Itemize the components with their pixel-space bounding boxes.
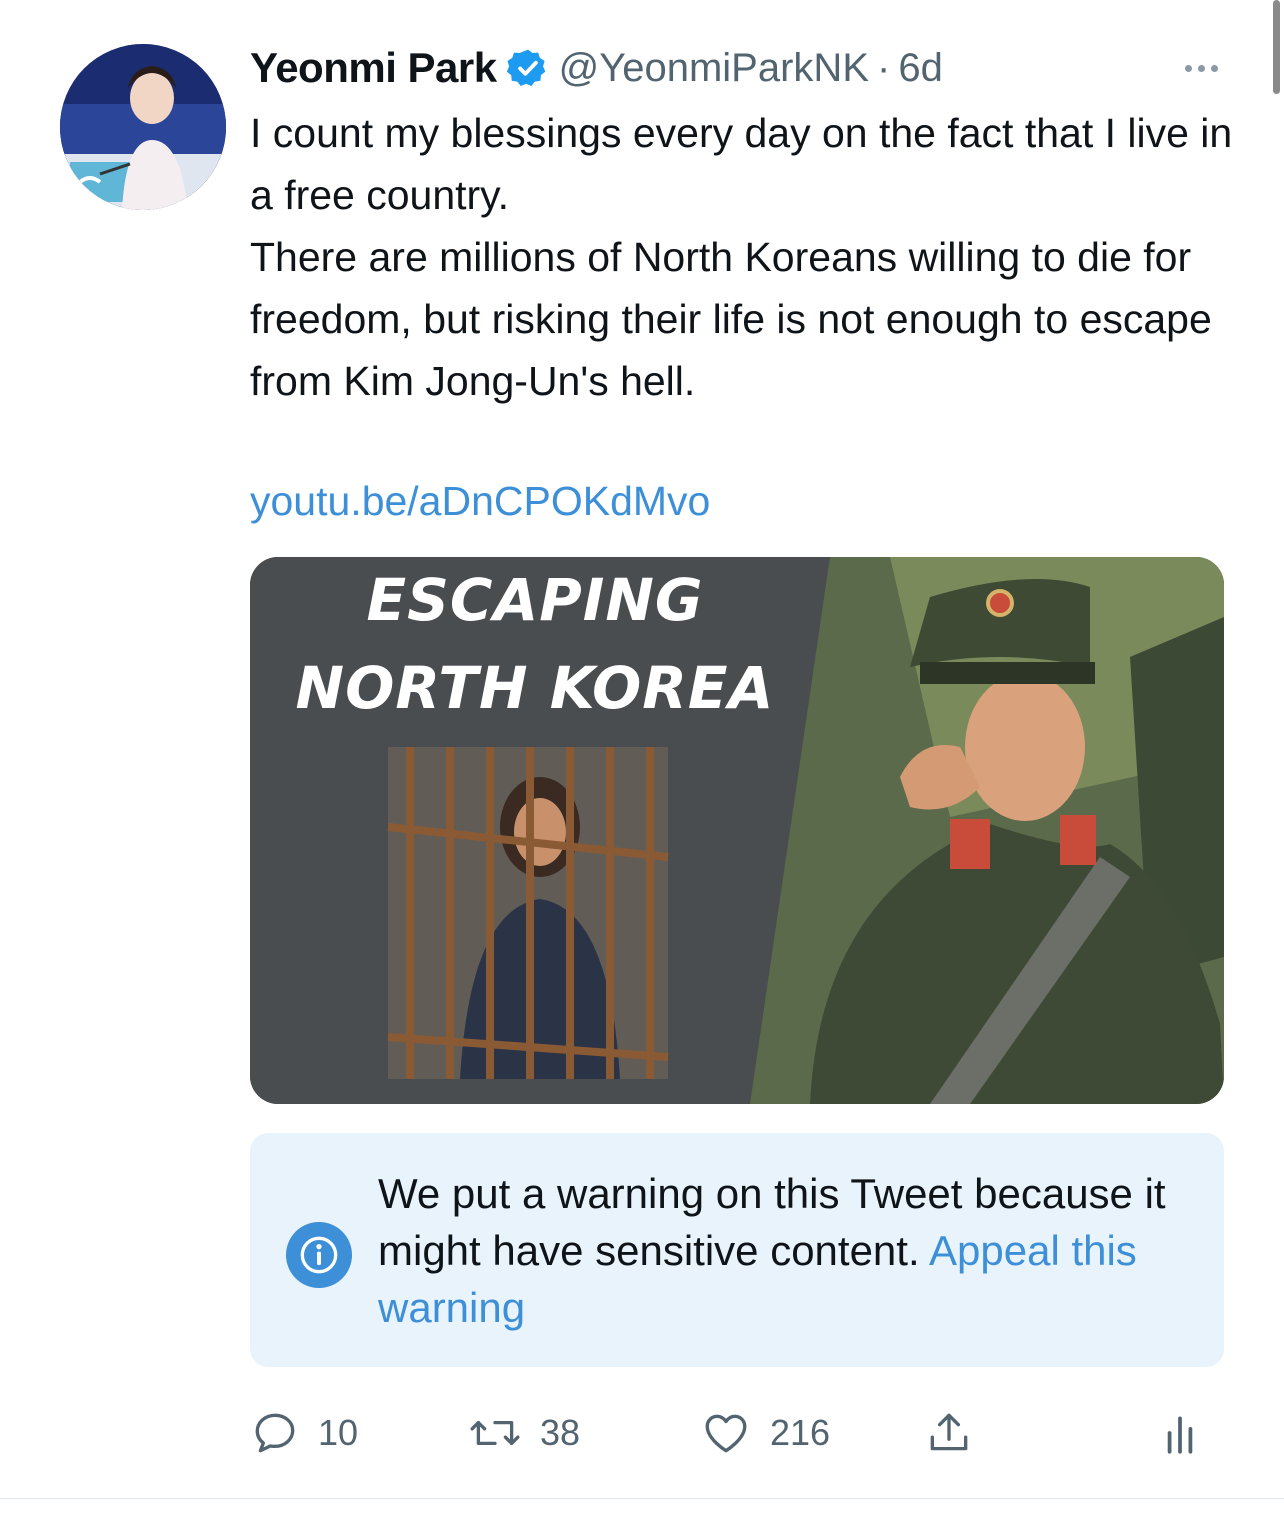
info-icon bbox=[286, 1222, 352, 1288]
analytics-button[interactable] bbox=[1160, 1408, 1200, 1458]
media-title-line-1: ESCAPING bbox=[366, 566, 704, 634]
like-button[interactable]: 216 bbox=[700, 1408, 830, 1458]
tweet-text-paragraph: There are millions of North Koreans will… bbox=[250, 234, 1212, 404]
heart-icon bbox=[705, 1414, 747, 1453]
retweet-button[interactable]: 38 bbox=[468, 1408, 580, 1458]
reply-button[interactable]: 10 bbox=[250, 1408, 358, 1458]
reply-icon bbox=[255, 1413, 295, 1453]
share-icon bbox=[930, 1413, 968, 1451]
share-button[interactable] bbox=[924, 1408, 974, 1458]
media-card[interactable] bbox=[250, 557, 1224, 1104]
tweet-text-paragraph: I count my blessings every day on the fa… bbox=[250, 110, 1233, 218]
tweet[interactable]: Yeonmi Park @YeonmiParkNK · 6d I count m… bbox=[0, 0, 1284, 1516]
tweet-text: I count my blessings every day on the fa… bbox=[250, 102, 1240, 412]
timestamp[interactable]: 6d bbox=[898, 46, 943, 91]
more-options-icon[interactable] bbox=[1178, 48, 1224, 88]
warning-message: We put a warning on this Tweet because i… bbox=[378, 1165, 1198, 1336]
reply-count: 10 bbox=[318, 1412, 359, 1453]
like-count: 216 bbox=[770, 1412, 831, 1453]
retweet-icon bbox=[470, 1420, 520, 1446]
separator-dot: · bbox=[877, 45, 891, 90]
media-thumbnail-image bbox=[250, 557, 1224, 1104]
scroll-indicator[interactable] bbox=[1273, 0, 1280, 94]
divider bbox=[0, 1498, 1284, 1499]
retweet-count: 38 bbox=[540, 1412, 581, 1453]
avatar[interactable] bbox=[60, 44, 226, 210]
author-handle[interactable]: @YeonmiParkNK bbox=[559, 46, 869, 91]
tweet-link[interactable]: youtu.be/aDnCPOKdMvo bbox=[250, 470, 710, 532]
action-bar: 10 38 216 bbox=[0, 1400, 1284, 1470]
author-name[interactable]: Yeonmi Park bbox=[250, 44, 497, 92]
media-title-line-2: NORTH KOREA bbox=[295, 654, 775, 722]
verified-badge-icon bbox=[506, 47, 549, 89]
analytics-icon bbox=[1167, 1416, 1193, 1454]
